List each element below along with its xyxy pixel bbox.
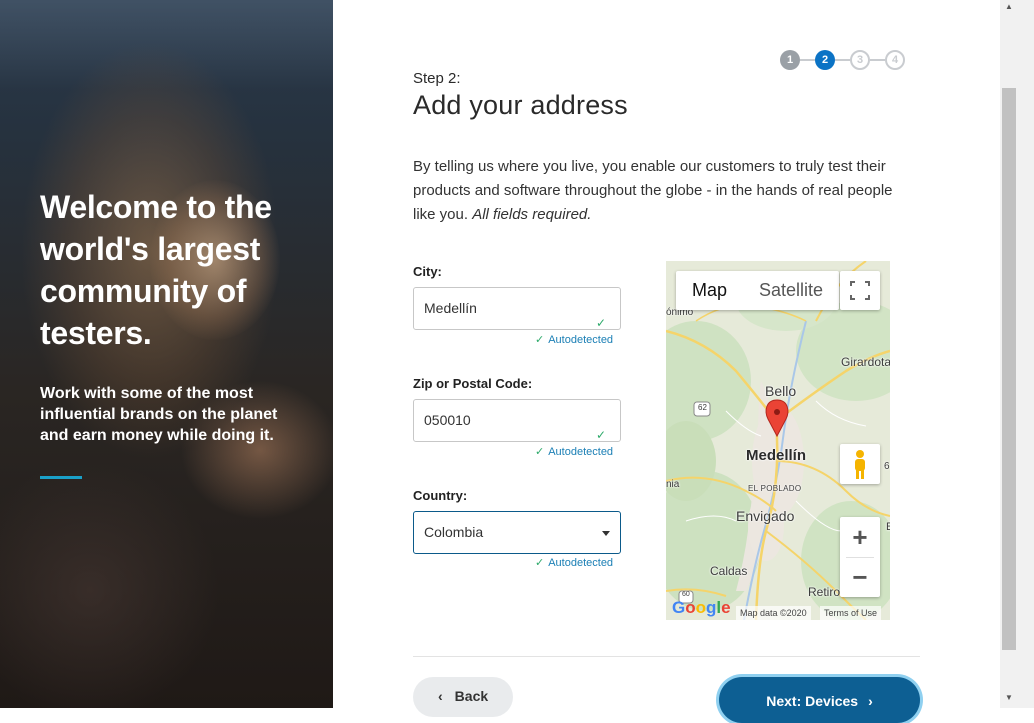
check-icon: ✓	[535, 446, 545, 458]
map-type-map-button[interactable]: Map	[676, 271, 743, 310]
map-route-60: 60	[682, 591, 690, 598]
zoom-control: + −	[840, 517, 880, 597]
step-connector	[800, 59, 815, 61]
map-label-nia: nia	[666, 479, 680, 490]
map-attribution: Map data ©2020	[736, 606, 811, 620]
intro-text: By telling us where you live, you enable…	[413, 155, 893, 227]
zip-autodetected-text: Autodetected	[548, 446, 614, 458]
map-label-girardota: Girardota	[841, 355, 890, 369]
country-select[interactable]: Colombia	[413, 511, 621, 554]
scroll-down-arrow-icon[interactable]: ▼	[1002, 693, 1016, 703]
step-connector	[870, 59, 885, 61]
check-icon: ✓	[535, 557, 545, 569]
step-label: Step 2:	[413, 70, 461, 87]
map-route-62: 62	[698, 403, 707, 412]
scroll-up-arrow-icon[interactable]: ▲	[1002, 2, 1016, 12]
map-label-retiro: Retiro	[808, 585, 841, 599]
zoom-out-button[interactable]: −	[840, 557, 880, 597]
back-button[interactable]: ‹ Back	[413, 677, 513, 717]
next-button-label: Next: Devices	[766, 693, 859, 709]
city-value: Medellín	[424, 300, 477, 316]
scrollbar-thumb[interactable]	[1002, 88, 1016, 650]
hero-title: Welcome to the world's largest community…	[40, 189, 272, 351]
check-icon: ✓	[595, 316, 606, 330]
street-view-button[interactable]	[840, 444, 880, 484]
hero-photo-shadow	[0, 460, 220, 708]
zip-label: Zip or Postal Code:	[413, 376, 533, 391]
page-title: Add your address	[413, 90, 628, 120]
check-icon: ✓	[595, 428, 606, 442]
step-3: 3	[850, 50, 870, 70]
fullscreen-icon	[850, 281, 870, 300]
hero-subtitle: Work with some of the most influential b…	[40, 385, 278, 444]
map-footer: Google Map data ©2020 Terms of Use	[666, 598, 890, 620]
location-map[interactable]: ónimo Girardota Bello 62 Medellín EL POB…	[666, 261, 890, 620]
google-logo: Google	[672, 598, 731, 617]
step-4: 4	[885, 50, 905, 70]
hero-panel: Welcome to the world's largest community…	[0, 0, 333, 708]
country-autodetected-text: Autodetected	[548, 557, 614, 569]
map-label-el-poblado: EL POBLADO	[748, 484, 802, 493]
map-label-caldas: Caldas	[710, 564, 748, 578]
map-label-e: E	[886, 521, 890, 533]
back-button-label: Back	[454, 688, 489, 704]
chevron-left-icon: ‹	[438, 688, 443, 704]
map-label-bello: Bello	[765, 383, 797, 399]
footer-divider	[413, 656, 920, 657]
hero-accent-bar	[40, 476, 82, 479]
fullscreen-button[interactable]	[840, 271, 880, 310]
zip-value: 050010	[424, 412, 471, 428]
intro-emphasis: All fields required.	[472, 206, 592, 223]
map-terms-link[interactable]: Terms of Use	[820, 606, 882, 620]
chevron-right-icon: ›	[868, 693, 873, 709]
caret-down-icon	[602, 531, 610, 536]
next-devices-button[interactable]: Next: Devices ›	[719, 677, 920, 723]
country-autodetected: ✓ Autodetected	[535, 556, 613, 569]
country-value: Colombia	[424, 524, 484, 540]
step-connector	[835, 59, 850, 61]
map-label-medellin: Medellín	[746, 447, 807, 464]
city-input[interactable]: Medellín ✓	[413, 287, 621, 330]
country-label: Country:	[413, 488, 468, 503]
step-2: 2	[815, 50, 835, 70]
pegman-icon	[855, 450, 865, 479]
step-1: 1	[780, 50, 800, 70]
map-label-six: 6	[884, 461, 890, 472]
zip-input[interactable]: 050010 ✓	[413, 399, 621, 442]
city-autodetected: ✓ Autodetected	[535, 333, 613, 346]
map-label-envigado: Envigado	[736, 508, 795, 524]
check-icon: ✓	[535, 334, 545, 346]
city-autodetected-text: Autodetected	[548, 334, 614, 346]
zip-autodetected: ✓ Autodetected	[535, 445, 613, 458]
city-label: City:	[413, 264, 442, 279]
zoom-in-button[interactable]: +	[840, 517, 880, 557]
map-type-satellite-button[interactable]: Satellite	[743, 271, 839, 310]
map-type-control: Map Satellite	[676, 271, 840, 310]
